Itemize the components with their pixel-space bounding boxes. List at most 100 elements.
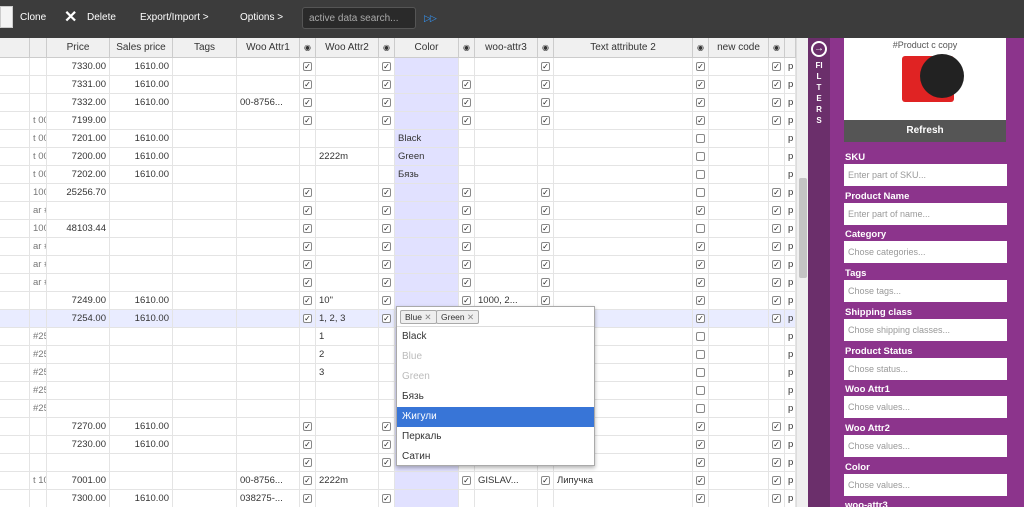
woo-attr2-cell[interactable] bbox=[316, 166, 379, 184]
new-code-cell[interactable] bbox=[709, 112, 769, 130]
text-attribute-2-cell[interactable] bbox=[554, 184, 693, 202]
row-select-cell[interactable] bbox=[0, 472, 30, 490]
checkbox[interactable] bbox=[696, 205, 705, 215]
checkbox-cell[interactable] bbox=[300, 76, 316, 94]
tags-cell[interactable] bbox=[173, 184, 237, 202]
checkbox[interactable] bbox=[696, 493, 705, 503]
checkbox[interactable] bbox=[303, 313, 312, 323]
checkbox[interactable] bbox=[382, 223, 391, 233]
checkbox-cell[interactable] bbox=[459, 58, 475, 76]
price-cell[interactable]: 7230.00 bbox=[47, 436, 110, 454]
checkbox[interactable] bbox=[382, 493, 391, 503]
woo-attr1-cell[interactable] bbox=[237, 148, 300, 166]
checkbox-cell[interactable] bbox=[538, 220, 554, 238]
row-select-cell[interactable] bbox=[0, 310, 30, 328]
woo-attr3-cell[interactable] bbox=[475, 274, 538, 292]
column-header[interactable]: Text attribute 2 bbox=[554, 38, 693, 58]
checkbox-cell[interactable] bbox=[693, 238, 709, 256]
checkbox[interactable] bbox=[772, 187, 781, 197]
checkbox-cell[interactable] bbox=[379, 202, 395, 220]
woo-attr1-cell[interactable] bbox=[237, 400, 300, 418]
selected-tag[interactable]: Green ✕ bbox=[436, 310, 480, 324]
woo-attr2-cell[interactable] bbox=[316, 490, 379, 507]
new-code-cell[interactable] bbox=[709, 238, 769, 256]
checkbox-cell[interactable] bbox=[459, 256, 475, 274]
woo-attr1-cell[interactable] bbox=[237, 436, 300, 454]
price-cell[interactable]: 7200.00 bbox=[47, 148, 110, 166]
sales-price-cell[interactable]: 1610.00 bbox=[110, 148, 173, 166]
checkbox-cell[interactable] bbox=[693, 94, 709, 112]
filter-input[interactable]: Chose values... bbox=[844, 473, 1007, 496]
checkbox-cell[interactable] bbox=[300, 130, 316, 148]
text-attribute-2-cell[interactable] bbox=[554, 148, 693, 166]
table-row[interactable]: t 0087199.00 p bbox=[0, 112, 796, 130]
grid-scrollbar[interactable] bbox=[796, 38, 808, 507]
checkbox-cell[interactable] bbox=[693, 112, 709, 130]
checkbox[interactable] bbox=[303, 241, 312, 251]
table-row[interactable]: 7300.001610.00 038275-... p bbox=[0, 490, 796, 507]
sales-price-cell[interactable] bbox=[110, 382, 173, 400]
table-row[interactable]: 7330.001610.00 p bbox=[0, 58, 796, 76]
sales-price-cell[interactable]: 1610.00 bbox=[110, 436, 173, 454]
checkbox[interactable] bbox=[382, 295, 391, 305]
tags-cell[interactable] bbox=[173, 274, 237, 292]
color-cell[interactable] bbox=[395, 256, 459, 274]
checkbox-cell[interactable] bbox=[300, 328, 316, 346]
checkbox-cell[interactable] bbox=[379, 166, 395, 184]
woo-attr1-cell[interactable] bbox=[237, 166, 300, 184]
new-code-cell[interactable] bbox=[709, 436, 769, 454]
price-cell[interactable]: 7300.00 bbox=[47, 490, 110, 507]
checkbox-cell[interactable] bbox=[459, 220, 475, 238]
sales-price-cell[interactable] bbox=[110, 256, 173, 274]
row-select-cell[interactable] bbox=[0, 220, 30, 238]
checkbox-cell[interactable] bbox=[769, 274, 785, 292]
woo-attr1-cell[interactable] bbox=[237, 58, 300, 76]
row-select-cell[interactable] bbox=[0, 94, 30, 112]
checkbox-cell[interactable] bbox=[769, 238, 785, 256]
checkbox[interactable] bbox=[541, 97, 550, 107]
tags-cell[interactable] bbox=[173, 346, 237, 364]
new-code-cell[interactable] bbox=[709, 76, 769, 94]
row-select-cell[interactable] bbox=[0, 166, 30, 184]
checkbox-cell[interactable] bbox=[693, 472, 709, 490]
tags-cell[interactable] bbox=[173, 400, 237, 418]
filter-input[interactable]: Chose status... bbox=[844, 357, 1007, 380]
checkbox-cell[interactable] bbox=[693, 328, 709, 346]
checkbox[interactable] bbox=[382, 457, 391, 467]
woo-attr3-cell[interactable] bbox=[475, 148, 538, 166]
price-cell[interactable]: 7202.00 bbox=[47, 166, 110, 184]
woo-attr1-cell[interactable] bbox=[237, 112, 300, 130]
woo-attr1-cell[interactable] bbox=[237, 292, 300, 310]
new-code-cell[interactable] bbox=[709, 220, 769, 238]
checkbox-cell[interactable] bbox=[379, 256, 395, 274]
new-code-cell[interactable] bbox=[709, 256, 769, 274]
checkbox[interactable] bbox=[696, 439, 705, 449]
checkbox-cell[interactable] bbox=[693, 346, 709, 364]
checkbox-cell[interactable] bbox=[538, 58, 554, 76]
search-input[interactable]: active data search... bbox=[302, 7, 416, 29]
woo-attr2-cell[interactable] bbox=[316, 454, 379, 472]
woo-attr2-cell[interactable]: 10" bbox=[316, 292, 379, 310]
woo-attr1-cell[interactable] bbox=[237, 418, 300, 436]
woo-attr2-cell[interactable] bbox=[316, 418, 379, 436]
row-select-cell[interactable] bbox=[0, 454, 30, 472]
checkbox-cell[interactable] bbox=[693, 148, 709, 166]
checkbox-cell[interactable] bbox=[300, 220, 316, 238]
row-select-cell[interactable] bbox=[0, 202, 30, 220]
woo-attr1-cell[interactable] bbox=[237, 184, 300, 202]
checkbox[interactable] bbox=[696, 475, 705, 485]
checkbox-cell[interactable] bbox=[300, 418, 316, 436]
sales-price-cell[interactable] bbox=[110, 400, 173, 418]
table-row[interactable]: 100...25256.70 p bbox=[0, 184, 796, 202]
text-attribute-2-cell[interactable] bbox=[554, 76, 693, 94]
row-select-cell[interactable] bbox=[0, 112, 30, 130]
sales-price-cell[interactable] bbox=[110, 220, 173, 238]
new-code-cell[interactable] bbox=[709, 328, 769, 346]
row-select-cell[interactable] bbox=[0, 148, 30, 166]
checkbox[interactable] bbox=[303, 475, 312, 485]
table-row[interactable]: t 008...7201.001610.00 Black p bbox=[0, 130, 796, 148]
row-select-cell[interactable] bbox=[0, 328, 30, 346]
woo-attr2-cell[interactable]: 2 bbox=[316, 346, 379, 364]
checkbox-cell[interactable] bbox=[300, 238, 316, 256]
checkbox[interactable] bbox=[462, 475, 471, 485]
